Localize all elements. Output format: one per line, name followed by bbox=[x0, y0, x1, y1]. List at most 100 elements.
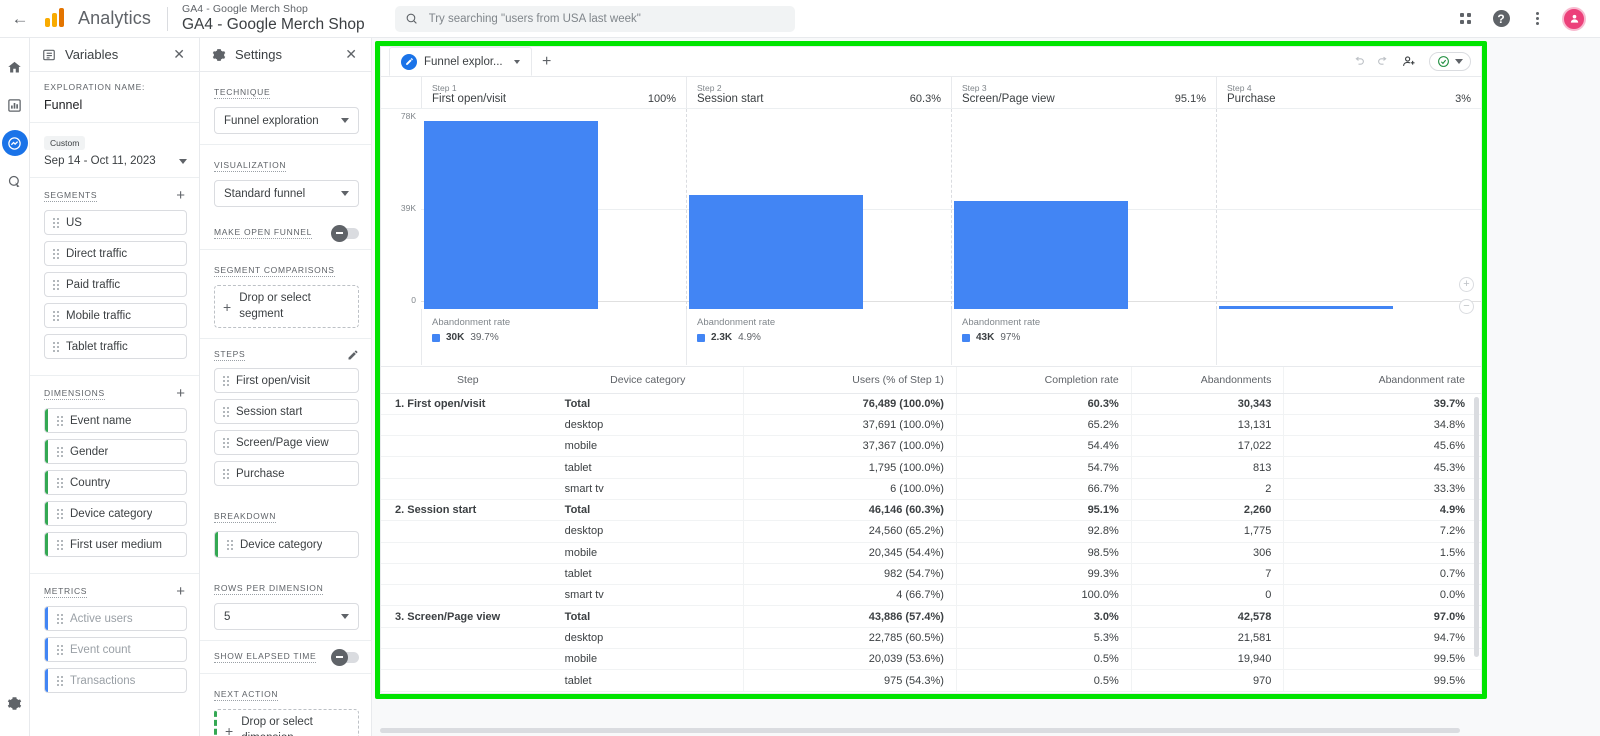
table-row[interactable]: tablet 982 (54.7%) 99.3% 7 0.7% bbox=[381, 563, 1481, 586]
drag-handle-icon[interactable] bbox=[57, 675, 63, 686]
table-vertical-scrollbar[interactable] bbox=[1474, 397, 1479, 657]
step-chip[interactable]: First open/visit bbox=[214, 368, 359, 394]
tab-funnel-exploration[interactable]: Funnel explor... bbox=[389, 47, 532, 76]
avatar[interactable] bbox=[1562, 6, 1586, 31]
dimension-chip[interactable]: First user medium bbox=[44, 532, 187, 557]
gear-icon[interactable] bbox=[0, 684, 30, 722]
breakdown-chip[interactable]: Device category bbox=[214, 531, 359, 559]
drag-handle-icon[interactable] bbox=[53, 217, 59, 228]
table-row[interactable]: desktop 22,785 (60.5%) 5.3% 21,581 94.7% bbox=[381, 627, 1481, 650]
dimension-chip[interactable]: Gender bbox=[44, 439, 187, 464]
table-row[interactable]: 2. Session start Total 46,146 (60.3%) 95.1%… bbox=[381, 499, 1481, 522]
table-row[interactable]: mobile 37,367 (100.0%) 54.4% 17,022 45.6% bbox=[381, 435, 1481, 458]
horizontal-scrollbar[interactable] bbox=[380, 728, 1460, 733]
col-users[interactable]: Users (% of Step 1) bbox=[742, 367, 957, 394]
zoom-in-button[interactable]: + bbox=[1459, 277, 1474, 292]
edit-steps-pencil-icon[interactable] bbox=[347, 349, 359, 361]
rows-per-dimension-select[interactable]: 5 bbox=[214, 603, 359, 631]
chevron-down-icon[interactable] bbox=[513, 59, 520, 64]
drag-handle-icon[interactable] bbox=[57, 415, 63, 426]
chevron-down-icon[interactable] bbox=[179, 158, 187, 164]
drag-handle-icon[interactable] bbox=[223, 468, 229, 479]
dimension-chip[interactable]: Country bbox=[44, 470, 187, 495]
drag-handle-icon[interactable] bbox=[53, 310, 59, 321]
rail-item-reports[interactable] bbox=[0, 86, 30, 124]
step-chip[interactable]: Session start bbox=[214, 399, 359, 425]
back-arrow-icon[interactable]: ← bbox=[0, 0, 40, 38]
col-abandon-rate[interactable]: Abandonment rate bbox=[1283, 367, 1481, 394]
step-header[interactable]: Step 1 First open/visit 100% bbox=[421, 77, 686, 108]
account-selector[interactable]: GA4 - Google Merch Shop GA4 - Google Mer… bbox=[182, 3, 365, 33]
search-box[interactable] bbox=[394, 5, 795, 32]
add-metric-button[interactable]: + bbox=[174, 584, 187, 599]
metric-chip[interactable]: Active users bbox=[44, 606, 187, 631]
drag-handle-icon[interactable] bbox=[53, 248, 59, 259]
visualization-select[interactable]: Standard funnel bbox=[214, 180, 359, 207]
rail-item-advertising[interactable] bbox=[0, 162, 30, 200]
rail-item-home[interactable] bbox=[0, 48, 30, 86]
zoom-out-button[interactable]: − bbox=[1459, 299, 1474, 314]
next-action-dropzone[interactable]: + Drop or select dimension bbox=[214, 709, 359, 736]
redo-icon[interactable] bbox=[1377, 55, 1390, 68]
table-row[interactable]: mobile 20,039 (53.6%) 0.5% 19,940 99.5% bbox=[381, 648, 1481, 671]
search-input[interactable] bbox=[426, 11, 785, 26]
col-device[interactable]: Device category bbox=[552, 367, 744, 394]
date-range-section[interactable]: Custom Sep 14 - Oct 11, 2023 bbox=[30, 123, 199, 178]
funnel-bar[interactable] bbox=[689, 195, 864, 309]
table-row[interactable]: tablet 975 (54.3%) 0.5% 970 99.5% bbox=[381, 669, 1481, 692]
close-icon[interactable]: ✕ bbox=[345, 46, 357, 63]
step-header[interactable]: Step 4 Purchase 3% bbox=[1216, 77, 1481, 108]
undo-icon[interactable] bbox=[1352, 55, 1365, 68]
step-header[interactable]: Step 3 Screen/Page view 95.1% bbox=[951, 77, 1216, 108]
table-row[interactable]: smart tv 6 (100.0%) 66.7% 2 33.3% bbox=[381, 478, 1481, 500]
table-row[interactable]: desktop 24,560 (65.2%) 92.8% 1,775 7.2% bbox=[381, 520, 1481, 543]
close-icon[interactable]: ✕ bbox=[173, 46, 185, 63]
dimension-chip[interactable]: Event name bbox=[44, 408, 187, 433]
segment-chip[interactable]: Paid traffic bbox=[44, 272, 187, 297]
add-dimension-button[interactable]: + bbox=[174, 386, 187, 401]
metric-chip[interactable]: Event count bbox=[44, 637, 187, 662]
drag-handle-icon[interactable] bbox=[57, 613, 63, 624]
table-row[interactable]: desktop 37,691 (100.0%) 65.2% 13,131 34.8% bbox=[381, 414, 1481, 437]
drag-handle-icon[interactable] bbox=[223, 375, 229, 386]
drag-handle-icon[interactable] bbox=[57, 446, 63, 457]
table-row[interactable]: tablet 1,795 (100.0%) 54.7% 813 45.3% bbox=[381, 456, 1481, 479]
drag-handle-icon[interactable] bbox=[57, 477, 63, 488]
funnel-bar[interactable] bbox=[1219, 306, 1394, 309]
step-chip[interactable]: Purchase bbox=[214, 461, 359, 487]
funnel-table-container[interactable]: Step Device category Users (% of Step 1)… bbox=[381, 367, 1481, 692]
add-segment-button[interactable]: + bbox=[174, 188, 187, 203]
technique-select[interactable]: Funnel exploration bbox=[214, 107, 359, 134]
add-tab-button[interactable]: + bbox=[532, 47, 562, 76]
drag-handle-icon[interactable] bbox=[57, 539, 63, 550]
chevron-down-icon[interactable] bbox=[1455, 59, 1463, 64]
drag-handle-icon[interactable] bbox=[223, 406, 229, 417]
table-row[interactable]: 3. Screen/Page view Total 43,886 (57.4%) 3.… bbox=[381, 605, 1481, 628]
funnel-bar[interactable] bbox=[424, 121, 599, 309]
apps-grid-icon[interactable] bbox=[1454, 8, 1476, 30]
table-row[interactable]: mobile 20,345 (54.4%) 98.5% 306 1.5% bbox=[381, 542, 1481, 564]
col-completion[interactable]: Completion rate bbox=[955, 367, 1132, 394]
step-chip[interactable]: Screen/Page view bbox=[214, 430, 359, 456]
step-header[interactable]: Step 2 Session start 60.3% bbox=[686, 77, 951, 108]
drag-handle-icon[interactable] bbox=[57, 644, 63, 655]
segment-chip[interactable]: Mobile traffic bbox=[44, 303, 187, 328]
col-abandonments[interactable]: Abandonments bbox=[1130, 367, 1284, 394]
segment-chip[interactable]: Direct traffic bbox=[44, 241, 187, 266]
make-open-funnel-toggle[interactable] bbox=[331, 224, 359, 242]
table-row[interactable]: smart tv 4 (66.7%) 100.0% 0 0.0% bbox=[381, 584, 1481, 607]
col-step[interactable]: Step bbox=[381, 367, 553, 394]
segment-comparisons-dropzone[interactable]: + Drop or select segment bbox=[214, 285, 359, 329]
segment-chip[interactable]: US bbox=[44, 210, 187, 235]
exploration-name-value[interactable]: Funnel bbox=[44, 98, 187, 112]
table-row[interactable]: smart tv4 (66.7%)0.0%4100.0% bbox=[381, 691, 1481, 692]
drag-handle-icon[interactable] bbox=[53, 279, 59, 290]
drag-handle-icon[interactable] bbox=[57, 508, 63, 519]
table-row[interactable]: 1. First open/visit Total 76,489 (100.0%) 6… bbox=[381, 393, 1481, 415]
share-add-user-icon[interactable] bbox=[1402, 54, 1417, 69]
dimension-chip[interactable]: Device category bbox=[44, 501, 187, 526]
drag-handle-icon[interactable] bbox=[53, 341, 59, 352]
drag-handle-icon[interactable] bbox=[223, 437, 229, 448]
show-elapsed-time-toggle[interactable] bbox=[331, 648, 359, 666]
metric-chip[interactable]: Transactions bbox=[44, 668, 187, 693]
